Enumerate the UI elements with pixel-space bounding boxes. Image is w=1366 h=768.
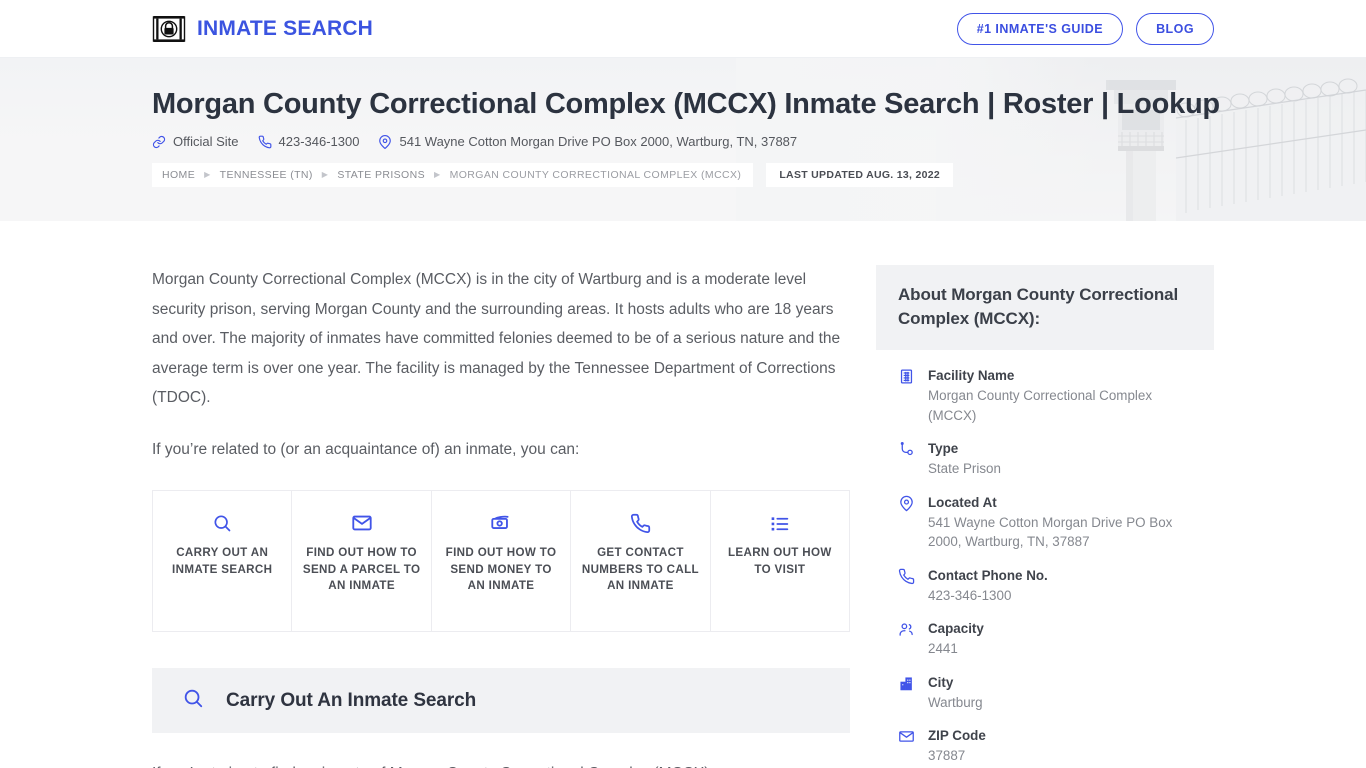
- action-tile-send-money[interactable]: FIND OUT HOW TO SEND MONEY TO AN INMATE: [432, 491, 572, 631]
- located-at-row: Located At 541 Wayne Cotton Morgan Drive…: [898, 493, 1192, 552]
- official-site-label: Official Site: [173, 134, 239, 150]
- main-column: Morgan County Correctional Complex (MCCX…: [152, 221, 850, 768]
- building-icon: [898, 366, 916, 425]
- phone-icon: [630, 511, 651, 535]
- city-value: Wartburg: [928, 694, 983, 710]
- facility-name-key: Facility Name: [928, 368, 1015, 383]
- prison-bars-padlock-logo-icon: [152, 15, 186, 42]
- action-tile-send-parcel[interactable]: FIND OUT HOW TO SEND A PARCEL TO AN INMA…: [292, 491, 432, 631]
- breadcrumb-separator-icon: ▶: [321, 170, 329, 180]
- about-facility-card: About Morgan County Correctional Complex…: [876, 265, 1214, 768]
- action-tile-label: CARRY OUT AN INMATE SEARCH: [172, 546, 273, 576]
- type-key: Type: [928, 441, 959, 456]
- hero-address-label: 541 Wayne Cotton Morgan Drive PO Box 200…: [399, 134, 798, 150]
- breadcrumb-item-tennessee[interactable]: TENNESSEE (TN): [220, 169, 313, 181]
- search-icon: [182, 687, 204, 714]
- list-icon: [769, 511, 790, 535]
- map-pin-icon: [898, 493, 916, 552]
- action-tile-how-to-visit[interactable]: LEARN OUT HOW TO VISIT: [711, 491, 849, 631]
- hero-phone-label: 423-346-1300: [278, 134, 360, 150]
- brand-name: INMATE SEARCH: [197, 16, 374, 40]
- map-pin-icon: [379, 134, 392, 149]
- last-updated-badge: LAST UPDATED AUG. 13, 2022: [766, 163, 954, 188]
- capacity-value: 2441: [928, 641, 958, 656]
- action-tile-contact-numbers[interactable]: GET CONTACT NUMBERS TO CALL AN INMATE: [571, 491, 711, 631]
- nav-actions: #1 INMATE'S GUIDE BLOG: [956, 12, 1214, 45]
- money-icon: [490, 511, 512, 535]
- page-title: Morgan County Correctional Complex (MCCX…: [152, 88, 1220, 120]
- contact-phone-key: Contact Phone No.: [928, 567, 1048, 583]
- action-tile-inmate-search[interactable]: CARRY OUT AN INMATE SEARCH: [153, 491, 293, 631]
- capacity-row: Capacity 2441: [898, 619, 1192, 659]
- hero-banner: Morgan County Correctional Complex (MCCX…: [0, 58, 1366, 221]
- section-paragraph: If you’re trying to find an inmate of Mo…: [152, 759, 850, 768]
- official-site-link[interactable]: Official Site: [152, 134, 239, 149]
- breadcrumb-item-home[interactable]: HOME: [162, 169, 195, 181]
- zip-code-key: ZIP Code: [928, 728, 986, 743]
- hero-phone[interactable]: 423-346-1300: [258, 134, 360, 150]
- about-facility-list: Facility Name Morgan County Correctional…: [876, 350, 1214, 768]
- phone-icon: [258, 135, 271, 149]
- brand-logo-link[interactable]: INMATE SEARCH: [152, 12, 373, 46]
- contact-phone-value: 423-346-1300: [928, 587, 1012, 603]
- blog-button[interactable]: BLOG: [1136, 12, 1214, 45]
- action-tile-label: LEARN OUT HOW TO VISIT: [727, 546, 832, 576]
- breadcrumb: HOME ▶ TENNESSEE (TN) ▶ STATE PRISONS ▶ …: [152, 163, 1214, 188]
- search-icon: [212, 511, 232, 535]
- type-value: State Prison: [928, 461, 1001, 476]
- about-facility-header: About Morgan County Correctional Complex…: [876, 265, 1214, 350]
- sidebar: About Morgan County Correctional Complex…: [876, 221, 1214, 768]
- contact-phone-row: Contact Phone No. 423-346-1300: [898, 566, 1192, 606]
- inmates-guide-button[interactable]: #1 INMATE'S GUIDE: [956, 12, 1124, 45]
- city-icon: [898, 673, 916, 713]
- section-heading-bar: Carry Out An Inmate Search: [152, 668, 850, 733]
- facility-name-value: Morgan County Correctional Complex (MCCX…: [928, 388, 1153, 423]
- intro-paragraph: Morgan County Correctional Complex (MCCX…: [152, 271, 841, 406]
- breadcrumb-item-current: MORGAN COUNTY CORRECTIONAL COMPLEX (MCCX…: [449, 169, 742, 182]
- page-body: Morgan County Correctional Complex (MCCX…: [0, 221, 1366, 768]
- envelope-icon: [351, 511, 373, 535]
- type-row: Type State Prison: [898, 439, 1192, 479]
- zip-code-row: ZIP Code 37887: [898, 726, 1192, 766]
- section-title: Carry Out An Inmate Search: [226, 689, 477, 711]
- phone-icon: [898, 566, 916, 606]
- action-tile-label: FIND OUT HOW TO SEND MONEY TO AN INMATE: [445, 546, 557, 592]
- envelope-icon: [898, 726, 916, 766]
- action-tile-label: GET CONTACT NUMBERS TO CALL AN INMATE: [581, 546, 699, 592]
- breadcrumb-list: HOME ▶ TENNESSEE (TN) ▶ STATE PRISONS ▶ …: [152, 163, 754, 188]
- about-facility-title: About Morgan County Correctional Complex…: [898, 285, 1179, 328]
- located-at-value: 541 Wayne Cotton Morgan Drive PO Box 200…: [928, 514, 1173, 550]
- link-icon: [152, 135, 166, 148]
- type-branch-icon: [898, 439, 916, 479]
- facility-name-row: Facility Name Morgan County Correctional…: [898, 366, 1192, 425]
- located-at-key: Located At: [928, 494, 997, 510]
- breadcrumb-separator-icon: ▶: [434, 170, 441, 180]
- people-icon: [898, 619, 916, 659]
- action-tile-label: FIND OUT HOW TO SEND A PARCEL TO AN INMA…: [302, 546, 421, 592]
- breadcrumb-separator-icon: ▶: [204, 170, 211, 180]
- top-navigation-bar: INMATE SEARCH #1 INMATE'S GUIDE BLOG: [0, 0, 1366, 58]
- zip-code-value: 37887: [928, 748, 966, 763]
- hero-address[interactable]: 541 Wayne Cotton Morgan Drive PO Box 200…: [378, 134, 797, 149]
- action-tiles: CARRY OUT AN INMATE SEARCH FIND OUT HOW …: [152, 490, 850, 632]
- breadcrumb-item-state-prisons[interactable]: STATE PRISONS: [337, 169, 425, 181]
- city-row: City Wartburg: [898, 673, 1192, 713]
- secondary-paragraph: If you’re related to (or an acquaintance…: [152, 440, 580, 458]
- city-key: City: [928, 674, 954, 690]
- capacity-key: Capacity: [928, 621, 984, 636]
- hero-meta-row: Official Site 423-346-1300 541 Wayne Cot…: [152, 134, 1214, 149]
